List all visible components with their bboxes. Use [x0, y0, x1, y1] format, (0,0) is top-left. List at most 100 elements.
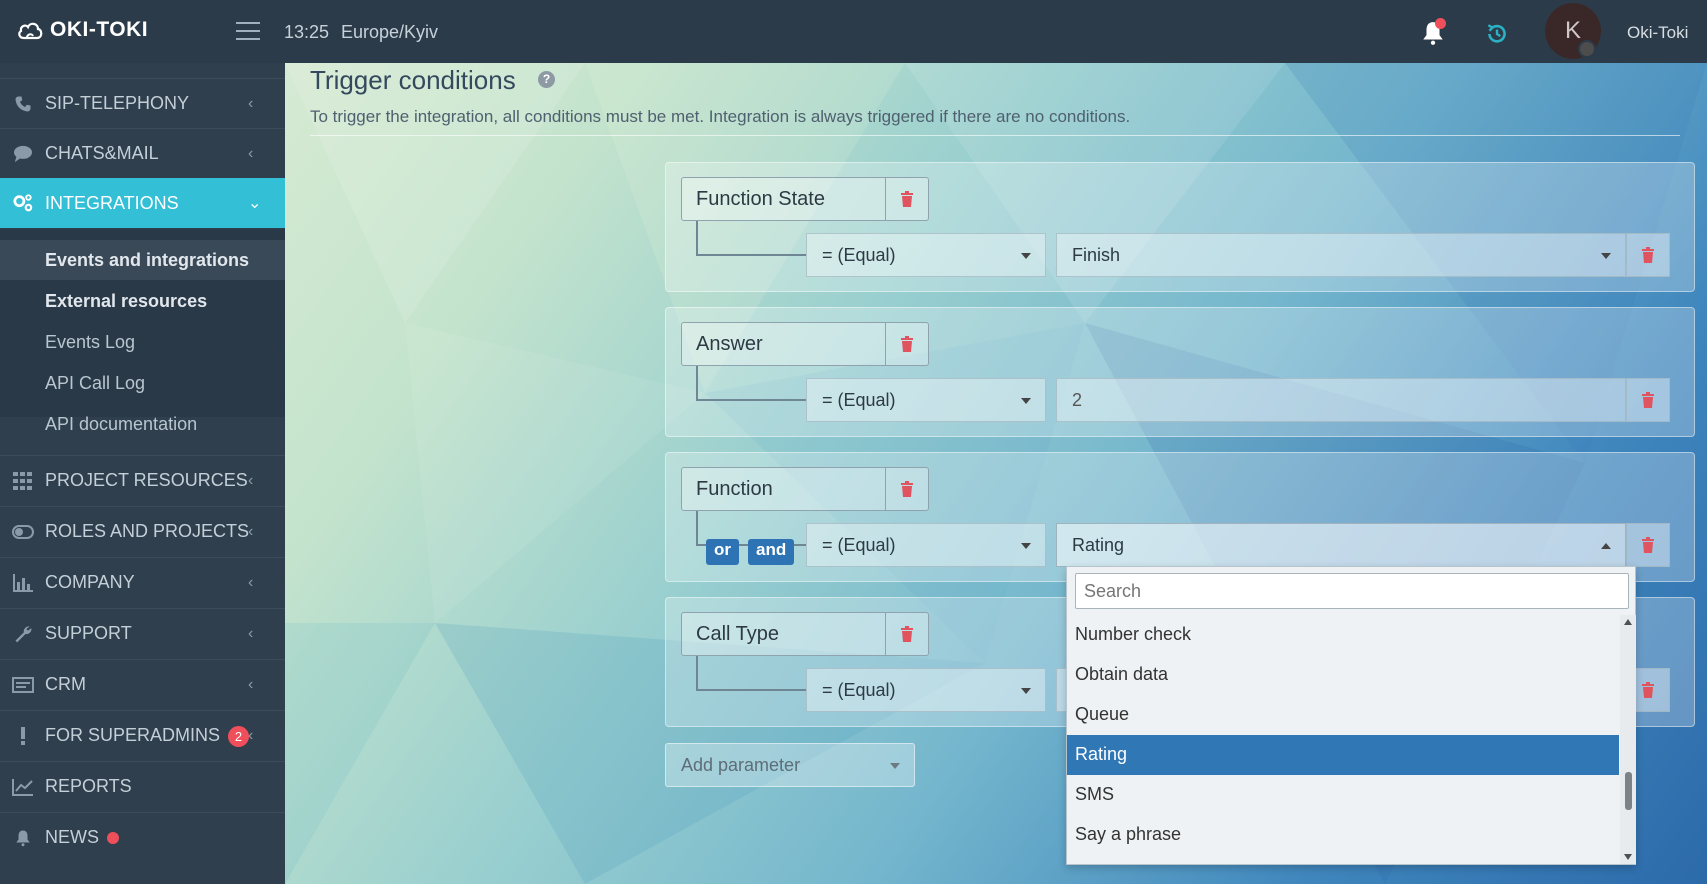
dropdown-option-selected[interactable]: Rating — [1067, 735, 1619, 775]
or-button[interactable]: or — [706, 539, 739, 565]
bell-icon — [12, 828, 34, 848]
count-badge: 2 — [228, 725, 250, 747]
tree-connector — [696, 511, 698, 545]
condition-block: Answer = (Equal) 2 — [665, 307, 1695, 437]
phone-icon — [12, 94, 34, 114]
trash-icon — [901, 191, 913, 207]
dropdown-option[interactable]: Queue — [1067, 695, 1619, 735]
submenu-item-api-call-log[interactable]: API Call Log — [45, 373, 145, 394]
tree-connector — [696, 221, 698, 255]
history-icon[interactable] — [1484, 21, 1510, 47]
sidebar-item-crm[interactable]: CRM ‹ — [0, 659, 285, 709]
add-parameter-select[interactable]: Add parameter — [665, 743, 915, 787]
bar-chart-icon — [12, 573, 34, 593]
value-input[interactable]: 2 — [1056, 378, 1626, 422]
delete-condition-button[interactable] — [885, 467, 929, 511]
sidebar-item-integrations[interactable]: INTEGRATIONS ⌄ — [0, 178, 285, 228]
caret-down-icon — [1021, 253, 1031, 259]
value-select[interactable]: Rating — [1056, 523, 1626, 567]
caret-down-icon — [1601, 253, 1611, 259]
sidebar-item-support[interactable]: SUPPORT ‹ — [0, 608, 285, 658]
trash-icon — [1642, 392, 1654, 408]
tree-connector — [696, 689, 806, 691]
trash-icon — [901, 336, 913, 352]
tree-connector — [696, 254, 806, 256]
submenu-item-events-log[interactable]: Events Log — [45, 332, 135, 353]
delete-condition-button[interactable] — [885, 612, 929, 656]
sidebar-item-for-superadmins[interactable]: FOR SUPERADMINS 2 ‹ — [0, 710, 285, 760]
page-title: Trigger conditions — [310, 65, 516, 95]
dropdown-option[interactable]: Obtain data — [1067, 655, 1619, 695]
chevron-left-icon: ‹ — [248, 144, 254, 162]
chevron-left-icon: ‹ — [248, 573, 254, 591]
toggle-icon — [12, 522, 34, 542]
page-subtitle: To trigger the integration, all conditio… — [310, 107, 1131, 126]
scrollbar-thumb[interactable] — [1625, 772, 1632, 810]
logo[interactable]: OKI-TOKI — [16, 18, 148, 42]
line-chart-icon — [12, 777, 34, 797]
dropdown-option[interactable]: Say a phrase — [1067, 815, 1619, 855]
tree-connector — [696, 656, 698, 690]
and-button[interactable]: and — [748, 539, 795, 565]
operator-select[interactable]: = (Equal) — [806, 523, 1046, 567]
chevron-left-icon: ‹ — [248, 522, 254, 540]
menu-toggle-icon[interactable] — [236, 22, 260, 40]
delete-value-button[interactable] — [1626, 378, 1670, 422]
sidebar: SIP-TELEPHONY ‹ CHATS&MAIL ‹ INTEGRATION… — [0, 63, 285, 884]
tree-connector — [696, 399, 806, 401]
delete-value-button[interactable] — [1626, 233, 1670, 277]
sidebar-item-sip-telephony[interactable]: SIP-TELEPHONY ‹ — [0, 78, 285, 128]
wrench-icon — [12, 624, 34, 644]
cloud-icon — [18, 22, 43, 40]
card-icon — [12, 675, 34, 695]
sidebar-item-company[interactable]: COMPANY ‹ — [0, 557, 285, 607]
exclamation-icon — [12, 726, 34, 746]
chevron-left-icon: ‹ — [248, 471, 254, 489]
username[interactable]: Oki-Toki — [1627, 23, 1688, 43]
logo-text: OKI-TOKI — [50, 18, 149, 41]
chevron-left-icon: ‹ — [248, 624, 254, 642]
sidebar-item-reports[interactable]: REPORTS — [0, 761, 285, 811]
condition-block: Function or and = (Equal) Rating — [665, 452, 1695, 582]
submenu-item-external-resources[interactable]: External resources — [45, 291, 207, 312]
scroll-down-arrow-icon[interactable] — [1624, 854, 1632, 860]
dropdown-option[interactable]: Number check — [1067, 615, 1619, 655]
dropdown-search-input[interactable] — [1075, 573, 1629, 609]
grid-icon — [12, 471, 34, 491]
condition-field-name[interactable]: Answer — [681, 322, 886, 366]
sidebar-item-roles-and-projects[interactable]: ROLES AND PROJECTS ‹ — [0, 506, 285, 556]
operator-select[interactable]: = (Equal) — [806, 668, 1046, 712]
sidebar-item-project-resources[interactable]: PROJECT RESOURCES ‹ — [0, 455, 285, 505]
caret-down-icon — [1021, 543, 1031, 549]
dropdown-option[interactable]: SMS — [1067, 775, 1619, 815]
condition-field-name[interactable]: Function — [681, 467, 886, 511]
trash-icon — [901, 626, 913, 642]
submenu-item-api-documentation[interactable]: API documentation — [45, 414, 197, 435]
chevron-left-icon: ‹ — [248, 675, 254, 693]
value-select[interactable]: Finish — [1056, 233, 1626, 277]
operator-select[interactable]: = (Equal) — [806, 378, 1046, 422]
condition-field-name[interactable]: Call Type — [681, 612, 886, 656]
timezone: Europe/Kyiv — [341, 22, 439, 42]
sidebar-item-chats-mail[interactable]: CHATS&MAIL ‹ — [0, 128, 285, 178]
condition-field-name[interactable]: Function State — [681, 177, 886, 221]
dropdown-scrollbar[interactable] — [1620, 615, 1636, 864]
trash-icon — [1642, 537, 1654, 553]
chevron-left-icon: ‹ — [248, 94, 254, 112]
submenu-item-events-and-integrations[interactable]: Events and integrations — [45, 250, 249, 271]
condition-block: Function State = (Equal) Finish — [665, 162, 1695, 292]
delete-condition-button[interactable] — [885, 322, 929, 366]
top-bar: OKI-TOKI 13:25 Europe/Kyiv K Oki-Toki — [0, 0, 1707, 63]
sidebar-item-news[interactable]: NEWS — [0, 812, 285, 862]
delete-condition-button[interactable] — [885, 177, 929, 221]
value-dropdown: Number check Obtain data Queue Rating SM… — [1066, 566, 1636, 865]
operator-select[interactable]: = (Equal) — [806, 233, 1046, 277]
notification-dot — [1435, 18, 1446, 29]
delete-value-button[interactable] — [1626, 523, 1670, 567]
scroll-up-arrow-icon[interactable] — [1624, 619, 1632, 625]
news-unread-dot — [107, 832, 119, 845]
caret-down-icon — [1021, 398, 1031, 404]
chat-icon — [12, 144, 34, 164]
help-icon[interactable]: ? — [538, 71, 555, 88]
trash-icon — [901, 481, 913, 497]
